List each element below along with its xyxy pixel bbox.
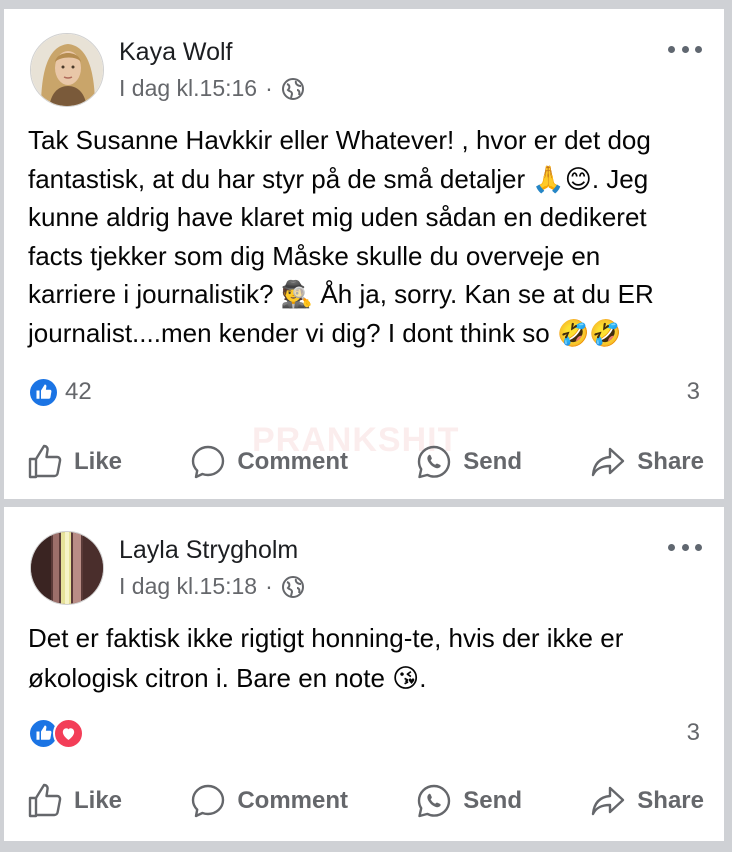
share-arrow-icon bbox=[592, 786, 625, 816]
share-button[interactable]: Share bbox=[589, 782, 704, 820]
meta-separator: · bbox=[265, 573, 273, 599]
comment-icon bbox=[192, 445, 225, 479]
timestamp[interactable]: I dag kl.15:18 bbox=[119, 573, 257, 600]
globe-icon bbox=[281, 575, 305, 599]
like-button[interactable]: Like bbox=[26, 443, 122, 481]
share-arrow-icon bbox=[592, 447, 625, 477]
love-reaction-icon bbox=[53, 717, 84, 749]
comment-icon bbox=[192, 784, 225, 818]
post-text-line: facts tjekker som dig Måske skulle du ov… bbox=[28, 240, 601, 271]
post-text-line: Tak Susanne Havkkir eller Whatever! , hv… bbox=[28, 125, 651, 155]
more-options-icon[interactable] bbox=[668, 541, 702, 553]
reaction-count[interactable]: 42 bbox=[65, 378, 92, 406]
avatar[interactable] bbox=[30, 33, 104, 107]
author-name[interactable]: Layla Strygholm bbox=[119, 536, 298, 565]
reactions-left[interactable]: 42 bbox=[28, 376, 92, 408]
comment-button[interactable]: Comment bbox=[189, 782, 348, 820]
post-text: Tak Susanne Havkkir eller Whatever! , hv… bbox=[28, 121, 704, 352]
post-text-line: Det er faktisk ikke rigtigt honning-te, … bbox=[28, 623, 624, 653]
thumbs-up-icon bbox=[28, 783, 62, 818]
comment-count[interactable]: 3 bbox=[687, 719, 700, 747]
comment-label: Comment bbox=[237, 787, 348, 814]
share-label: Share bbox=[637, 448, 704, 475]
avatar-photo bbox=[31, 532, 103, 604]
post-card: Kaya Wolf I dag kl.15:16 · Tak Susanne H… bbox=[4, 9, 724, 499]
like-label: Like bbox=[74, 448, 123, 475]
post-meta: I dag kl.15:16 · bbox=[119, 75, 305, 102]
post-text-line: journalist....men kender vi dig? I dont … bbox=[28, 317, 622, 348]
thumbs-up-icon bbox=[28, 444, 62, 479]
comment-count[interactable]: 3 bbox=[687, 378, 700, 406]
action-bar: Like Comment Send Share bbox=[26, 437, 704, 487]
post-meta: I dag kl.15:18 · bbox=[119, 573, 305, 600]
post-card: Layla Strygholm I dag kl.15:18 · Det er … bbox=[4, 507, 724, 841]
avatar-photo bbox=[31, 34, 103, 106]
post-text-line: fantastisk, at du har styr på de små det… bbox=[28, 163, 649, 194]
whatsapp-icon bbox=[418, 445, 451, 479]
send-button[interactable]: Send bbox=[415, 782, 522, 820]
comment-label: Comment bbox=[237, 448, 348, 475]
avatar[interactable] bbox=[30, 531, 104, 605]
comment-button[interactable]: Comment bbox=[189, 443, 348, 481]
post-text-line: kunne aldrig have klaret mig uden sådan … bbox=[28, 202, 647, 232]
reactions-summary: 3 bbox=[28, 716, 700, 750]
share-label: Share bbox=[637, 787, 704, 814]
send-button[interactable]: Send bbox=[415, 443, 522, 481]
send-label: Send bbox=[463, 448, 522, 475]
action-bar: Like Comment Send Share bbox=[26, 776, 704, 826]
reactions-summary: 42 3 bbox=[28, 375, 700, 409]
globe-icon bbox=[281, 77, 305, 101]
share-button[interactable]: Share bbox=[589, 443, 704, 481]
like-reaction-icon bbox=[28, 376, 59, 408]
reactions-left[interactable] bbox=[28, 717, 84, 749]
more-options-icon[interactable] bbox=[668, 43, 702, 55]
timestamp[interactable]: I dag kl.15:16 bbox=[119, 75, 257, 102]
meta-separator: · bbox=[265, 75, 273, 101]
send-label: Send bbox=[463, 787, 522, 814]
author-name[interactable]: Kaya Wolf bbox=[119, 38, 232, 67]
post-text-line: økologisk citron i. Bare en note 😘. bbox=[28, 663, 427, 693]
like-label: Like bbox=[74, 787, 123, 814]
post-text: Det er faktisk ikke rigtigt honning-te, … bbox=[28, 618, 704, 698]
whatsapp-icon bbox=[418, 784, 451, 818]
like-button[interactable]: Like bbox=[26, 782, 122, 820]
post-text-line: karriere i journalistik? 🕵️ Åh ja, sorry… bbox=[28, 279, 654, 309]
